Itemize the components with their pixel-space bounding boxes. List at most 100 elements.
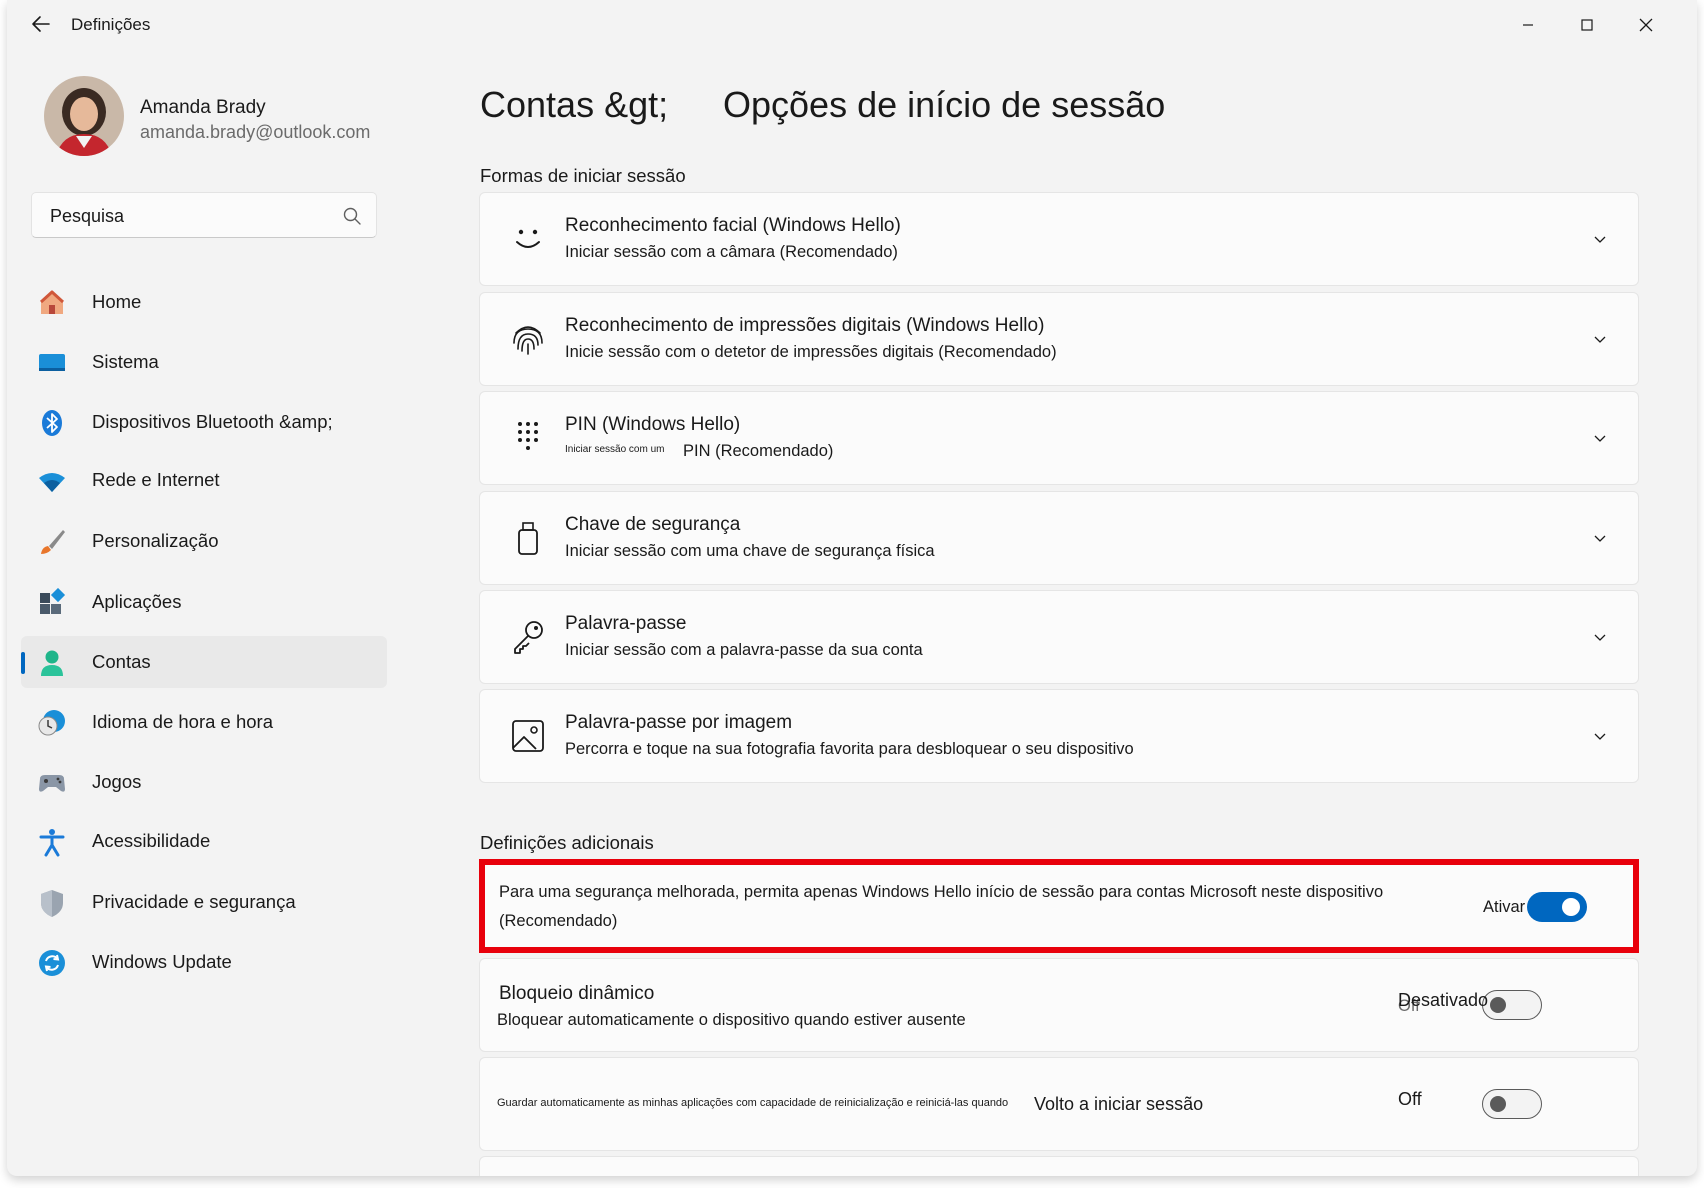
restart-apps-toggle[interactable] bbox=[1482, 1089, 1542, 1119]
page-title: Opções de início de sessão bbox=[723, 84, 1166, 125]
accessibility-icon bbox=[39, 829, 65, 857]
avatar[interactable] bbox=[44, 76, 124, 156]
dynamic-lock-toggle[interactable] bbox=[1482, 990, 1542, 1020]
key-icon bbox=[514, 621, 543, 654]
accounts-icon bbox=[41, 650, 63, 676]
setting-text-recommended: (Recomendado) bbox=[499, 912, 618, 930]
sidebar-item-bluetooth[interactable]: Dispositivos Bluetooth &amp; bbox=[21, 396, 387, 448]
sidebar-item-home[interactable]: Home bbox=[21, 276, 387, 328]
card-title: Palavra-passe por imagem bbox=[565, 712, 793, 733]
chevron-down-icon[interactable] bbox=[1592, 530, 1608, 546]
sidebar-item-label: Windows Update bbox=[92, 951, 232, 972]
bluetooth-icon bbox=[42, 410, 62, 436]
maximize-button[interactable] bbox=[1564, 10, 1610, 40]
card-subtitle-small: Iniciar sessão com um bbox=[565, 444, 665, 455]
sidebar-item-apps[interactable]: Aplicações bbox=[21, 576, 387, 628]
sidebar-item-label: Dispositivos Bluetooth &amp; bbox=[92, 411, 333, 432]
toggle-state-label: Off bbox=[1398, 1089, 1422, 1109]
toggle-knob bbox=[1562, 898, 1580, 916]
search-icon[interactable] bbox=[342, 206, 362, 226]
chevron-down-icon[interactable] bbox=[1592, 629, 1608, 645]
picture-icon bbox=[512, 720, 544, 752]
card-subtitle: Iniciar sessão com a câmara (Recomendado… bbox=[565, 243, 898, 261]
setting-restart-apps[interactable]: Guardar automaticamente as minhas aplica… bbox=[479, 1057, 1639, 1151]
toggle-knob bbox=[1490, 1096, 1506, 1112]
fingerprint-icon bbox=[513, 326, 543, 355]
pin-keypad-icon bbox=[518, 422, 538, 450]
sidebar-item-label: Idioma de hora e hora bbox=[92, 711, 274, 732]
minimize-icon bbox=[1523, 24, 1533, 26]
sidebar-item-network[interactable]: Rede e Internet bbox=[21, 454, 387, 506]
wifi-icon bbox=[39, 473, 65, 492]
search-input[interactable] bbox=[48, 202, 332, 230]
sidebar-item-label: Sistema bbox=[92, 351, 159, 372]
setting-hello-only: Para uma segurança melhorada, permita ap… bbox=[479, 859, 1639, 953]
card-pin[interactable]: PIN (Windows Hello) Iniciar sessão com u… bbox=[479, 391, 1639, 485]
settings-window: Definições Amanda Brady amanda.brady@out… bbox=[7, 0, 1697, 1176]
brush-icon bbox=[41, 530, 65, 554]
user-photo-icon bbox=[44, 76, 124, 156]
chevron-down-icon[interactable] bbox=[1592, 231, 1608, 247]
update-icon bbox=[39, 950, 65, 976]
system-icon bbox=[39, 354, 65, 371]
title-bar: Definições bbox=[7, 0, 1697, 50]
sidebar-item-label: Privacidade e segurança bbox=[92, 891, 296, 912]
card-subtitle: Inicie sessão com o detetor de impressõe… bbox=[565, 343, 1057, 361]
close-icon bbox=[1639, 18, 1653, 32]
card-password[interactable]: Palavra-passe Iniciar sessão com a palav… bbox=[479, 590, 1639, 684]
sidebar-item-personalization[interactable]: Personalização bbox=[21, 515, 387, 567]
sidebar-item-sistema[interactable]: Sistema bbox=[21, 336, 387, 388]
back-button[interactable] bbox=[29, 12, 59, 38]
card-title: Chave de segurança bbox=[565, 514, 741, 535]
card-subtitle: Iniciar sessão com a palavra-passe da su… bbox=[565, 641, 923, 659]
maximize-icon bbox=[1581, 19, 1593, 31]
toggle-state-label: Desativado bbox=[1398, 990, 1489, 1010]
app-title: Definições bbox=[71, 15, 151, 34]
sidebar-item-label: Rede e Internet bbox=[92, 469, 220, 490]
setting-title: Bloqueio dinâmico bbox=[499, 983, 655, 1004]
sidebar-item-gaming[interactable]: Jogos bbox=[21, 756, 387, 808]
toggle-state-label: Ativar bbox=[1483, 898, 1526, 916]
chevron-down-icon[interactable] bbox=[1592, 430, 1608, 446]
chevron-down-icon[interactable] bbox=[1592, 728, 1608, 744]
card-title: PIN (Windows Hello) bbox=[565, 414, 741, 435]
card-picture-password[interactable]: Palavra-passe por imagem Percorra e toqu… bbox=[479, 689, 1639, 783]
minimize-button[interactable] bbox=[1505, 10, 1551, 40]
home-icon bbox=[39, 290, 65, 314]
sidebar-item-label: Jogos bbox=[92, 771, 142, 792]
card-subtitle: PIN (Recomendado) bbox=[683, 442, 834, 460]
setting-subtitle: Bloquear automaticamente o dispositivo q… bbox=[497, 1011, 966, 1029]
sidebar-item-windows-update[interactable]: Windows Update bbox=[21, 936, 387, 988]
active-indicator bbox=[21, 652, 25, 674]
gaming-icon bbox=[39, 775, 65, 792]
setting-text-small: Guardar automaticamente as minhas aplica… bbox=[497, 1097, 1009, 1109]
sidebar-item-accounts[interactable]: Contas bbox=[21, 636, 387, 688]
card-fingerprint[interactable]: Reconhecimento de impressões digitais (W… bbox=[479, 292, 1639, 386]
toggle-knob bbox=[1490, 997, 1506, 1013]
section-title-sign-in: Formas de iniciar sessão bbox=[480, 165, 686, 186]
card-subtitle: Percorra e toque na sua fotografia favor… bbox=[565, 740, 1134, 758]
search-box[interactable] bbox=[31, 192, 377, 238]
user-email: amanda.brady@outlook.com bbox=[140, 122, 371, 142]
sidebar-item-label: Acessibilidade bbox=[92, 830, 211, 851]
sidebar-item-label: Personalização bbox=[92, 530, 219, 551]
usb-key-icon bbox=[518, 522, 538, 555]
setting-next-partial[interactable] bbox=[479, 1156, 1639, 1176]
card-face-recognition[interactable]: Reconhecimento facial (Windows Hello) In… bbox=[479, 192, 1639, 286]
setting-dynamic-lock[interactable]: Bloqueio dinâmico Bloquear automaticamen… bbox=[479, 958, 1639, 1052]
shield-icon bbox=[41, 890, 63, 917]
chevron-down-icon[interactable] bbox=[1592, 331, 1608, 347]
card-subtitle: Iniciar sessão com uma chave de seguranç… bbox=[565, 542, 935, 560]
hello-only-toggle[interactable] bbox=[1527, 892, 1587, 922]
sidebar-item-privacy[interactable]: Privacidade e segurança bbox=[21, 876, 387, 928]
sidebar-item-time-language[interactable]: Idioma de hora e hora bbox=[21, 696, 387, 748]
card-security-key[interactable]: Chave de segurança Iniciar sessão com um… bbox=[479, 491, 1639, 585]
setting-text: Volto a iniciar sessão bbox=[1034, 1094, 1204, 1114]
breadcrumb-parent[interactable]: Contas &gt; bbox=[480, 84, 668, 126]
close-button[interactable] bbox=[1623, 10, 1669, 40]
card-title: Palavra-passe bbox=[565, 613, 687, 634]
card-title: Reconhecimento de impressões digitais (W… bbox=[565, 315, 1045, 336]
apps-icon bbox=[40, 588, 66, 614]
sidebar-item-accessibility[interactable]: Acessibilidade bbox=[21, 815, 387, 867]
sidebar-item-label: Contas bbox=[92, 651, 151, 672]
